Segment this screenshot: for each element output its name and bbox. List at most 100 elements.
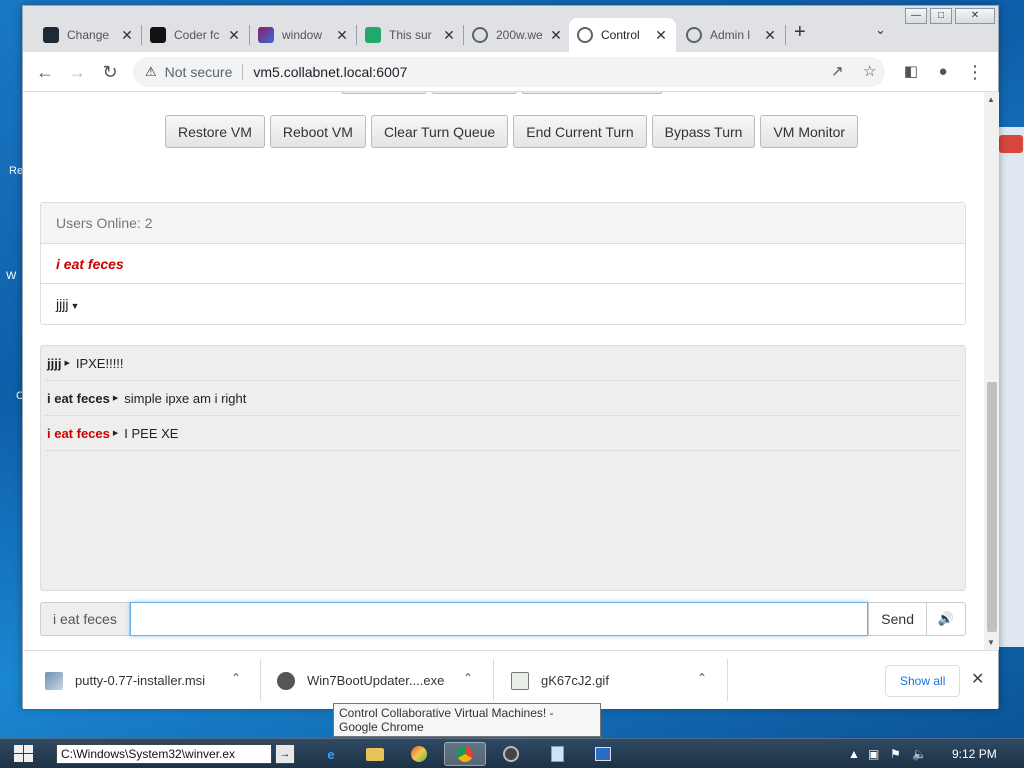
close-icon[interactable]: ✕	[335, 27, 349, 44]
winver-icon[interactable]	[582, 742, 624, 766]
volume-icon[interactable]: 🔊	[927, 602, 966, 636]
chrome-window: — □ ✕ Change ✕ Coder fc ✕ window ✕ This …	[22, 5, 999, 709]
forward-button[interactable]: →	[65, 60, 89, 84]
reboot-vm-button[interactable]: Reboot VM	[269, 115, 366, 148]
bookmark-star-icon[interactable]: ☆	[863, 57, 876, 87]
chat-input[interactable]	[129, 602, 869, 636]
paint-icon[interactable]	[398, 742, 440, 766]
taskbar: C:\Windows\System32\winver.ex → e ▲ ▣ ⚑ …	[0, 738, 1024, 768]
message-text: I PEE XE	[124, 425, 179, 441]
tab-200w[interactable]: 200w.we ✕	[464, 18, 571, 52]
user-list-item[interactable]: i eat feces	[41, 244, 965, 284]
close-window-button[interactable]: ✕	[955, 8, 995, 24]
security-label: Not secure	[164, 64, 233, 80]
tray-expand-icon[interactable]: ▲	[848, 747, 860, 761]
tab-admin[interactable]: Admin l ✕	[678, 18, 785, 52]
warning-icon: ⚠	[145, 64, 157, 79]
chevron-up-icon[interactable]: ⌃	[697, 671, 707, 685]
close-icon[interactable]: ✕	[549, 27, 563, 44]
maximize-button[interactable]: □	[930, 8, 952, 24]
tab-search-icon[interactable]: ⌄	[875, 22, 886, 38]
minimize-button[interactable]: —	[905, 8, 927, 24]
tab-coder[interactable]: Coder fc ✕	[142, 18, 249, 52]
download-item[interactable]: putty-0.77-installer.msi ⌃	[45, 651, 241, 710]
action-center-icon[interactable]: ⚑	[890, 747, 901, 761]
desktop-icon-label: W	[6, 270, 17, 282]
users-online-count: Users Online: 2	[41, 203, 965, 244]
taskbar-address-field[interactable]: C:\Windows\System32\winver.ex	[56, 744, 272, 764]
message-text: IPXE!!!!!	[75, 355, 124, 371]
waveform-icon	[150, 27, 166, 43]
installer-icon	[45, 671, 63, 690]
app-icon	[277, 671, 295, 690]
username: jjjj	[56, 296, 69, 312]
close-icon[interactable]: ✕	[227, 27, 241, 44]
online-users-panel: Users Online: 2 i eat feces jjjj ▼	[40, 202, 966, 325]
send-button[interactable]: Send	[868, 602, 927, 636]
show-all-button[interactable]: Show all	[885, 665, 961, 697]
vm-monitor-button[interactable]: VM Monitor	[760, 115, 859, 148]
close-icon[interactable]: ✕	[442, 27, 456, 44]
menu-icon[interactable]: ⋮	[963, 60, 987, 84]
end-current-turn-button[interactable]: End Current Turn	[513, 115, 647, 148]
globe-icon	[472, 27, 488, 43]
reload-button[interactable]: ↻	[98, 60, 122, 84]
page-content: Restore VM Reboot VM Clear Turn Queue En…	[23, 92, 988, 650]
restore-vm-button[interactable]: Restore VM	[164, 115, 265, 148]
network-icon[interactable]: ▣	[868, 747, 879, 761]
chevron-up-icon[interactable]: ⌃	[463, 671, 473, 685]
tab-change[interactable]: Change ✕	[35, 18, 142, 52]
dropdown-caret-icon[interactable]: ▼	[70, 301, 79, 311]
globe-icon	[686, 27, 702, 43]
arrow-icon: ▶	[112, 430, 119, 437]
download-item[interactable]: gK67cJ2.gif ⌃	[511, 651, 707, 710]
arrow-icon: ▶	[64, 360, 70, 367]
username: i eat feces	[56, 256, 124, 272]
go-arrow-icon[interactable]: →	[275, 744, 295, 764]
arrow-icon: ▶	[112, 395, 119, 402]
scrollbar-thumb[interactable]	[987, 382, 997, 632]
volume-tray-icon[interactable]: 🔈	[912, 747, 927, 761]
close-icon[interactable]: ✕	[654, 27, 668, 44]
desktop-icon-label: Re	[9, 165, 24, 177]
page-scrollbar[interactable]: ▲ ▼	[984, 92, 999, 650]
background-window[interactable]	[996, 127, 1024, 647]
clock[interactable]: 9:12 PM	[952, 747, 997, 761]
message-author[interactable]: jjjj	[47, 356, 61, 371]
ie-icon[interactable]: e	[310, 742, 352, 766]
tab-control[interactable]: Control ✕	[569, 18, 676, 52]
tab-strip: — □ ✕ Change ✕ Coder fc ✕ window ✕ This …	[23, 6, 998, 52]
close-icon[interactable]: ✕	[763, 27, 777, 44]
new-tab-button[interactable]: +	[794, 21, 806, 44]
close-icon[interactable]: ✕	[971, 669, 984, 689]
chrome-icon[interactable]	[444, 742, 486, 766]
close-icon[interactable]: ✕	[120, 27, 134, 44]
message-author[interactable]: i eat feces	[47, 426, 110, 441]
message-author[interactable]: i eat feces	[47, 391, 110, 406]
tab-label: window	[282, 28, 323, 42]
share-icon[interactable]: ↗	[831, 57, 844, 87]
bypass-turn-button[interactable]: Bypass Turn	[651, 115, 756, 148]
back-button[interactable]: ←	[33, 60, 57, 84]
user-list-item[interactable]: jjjj ▼	[41, 284, 965, 324]
clear-turn-queue-button[interactable]: Clear Turn Queue	[370, 115, 509, 148]
address-bar[interactable]: ⚠ Not secure vm5.collabnet.local:6007 ↗ …	[133, 57, 885, 87]
notepad-icon[interactable]	[536, 742, 578, 766]
tab-window[interactable]: window ✕	[250, 18, 357, 52]
vm-action-buttons: Restore VM Reboot VM Clear Turn Queue En…	[23, 115, 988, 148]
folder-icon[interactable]	[354, 742, 396, 766]
profile-icon[interactable]: ●	[931, 60, 955, 84]
tab-label: 200w.we	[496, 28, 543, 42]
dark-square-icon	[43, 27, 59, 43]
start-button[interactable]	[14, 745, 34, 763]
side-panel-icon[interactable]: ◧	[899, 60, 923, 84]
chevron-up-icon[interactable]: ⌃	[231, 671, 241, 685]
download-item[interactable]: Win7BootUpdater....exe ⌃	[277, 651, 473, 710]
tab-this-sur[interactable]: This sur ✕	[357, 18, 464, 52]
download-bar: putty-0.77-installer.msi ⌃ Win7BootUpdat…	[23, 650, 998, 709]
close-icon[interactable]	[999, 135, 1023, 153]
download-filename: Win7BootUpdater....exe	[307, 673, 445, 688]
browser-toolbar: ← → ↻ ⚠ Not secure vm5.collabnet.local:6…	[23, 52, 998, 92]
tab-label: This sur	[389, 28, 432, 42]
app-icon[interactable]	[490, 742, 532, 766]
